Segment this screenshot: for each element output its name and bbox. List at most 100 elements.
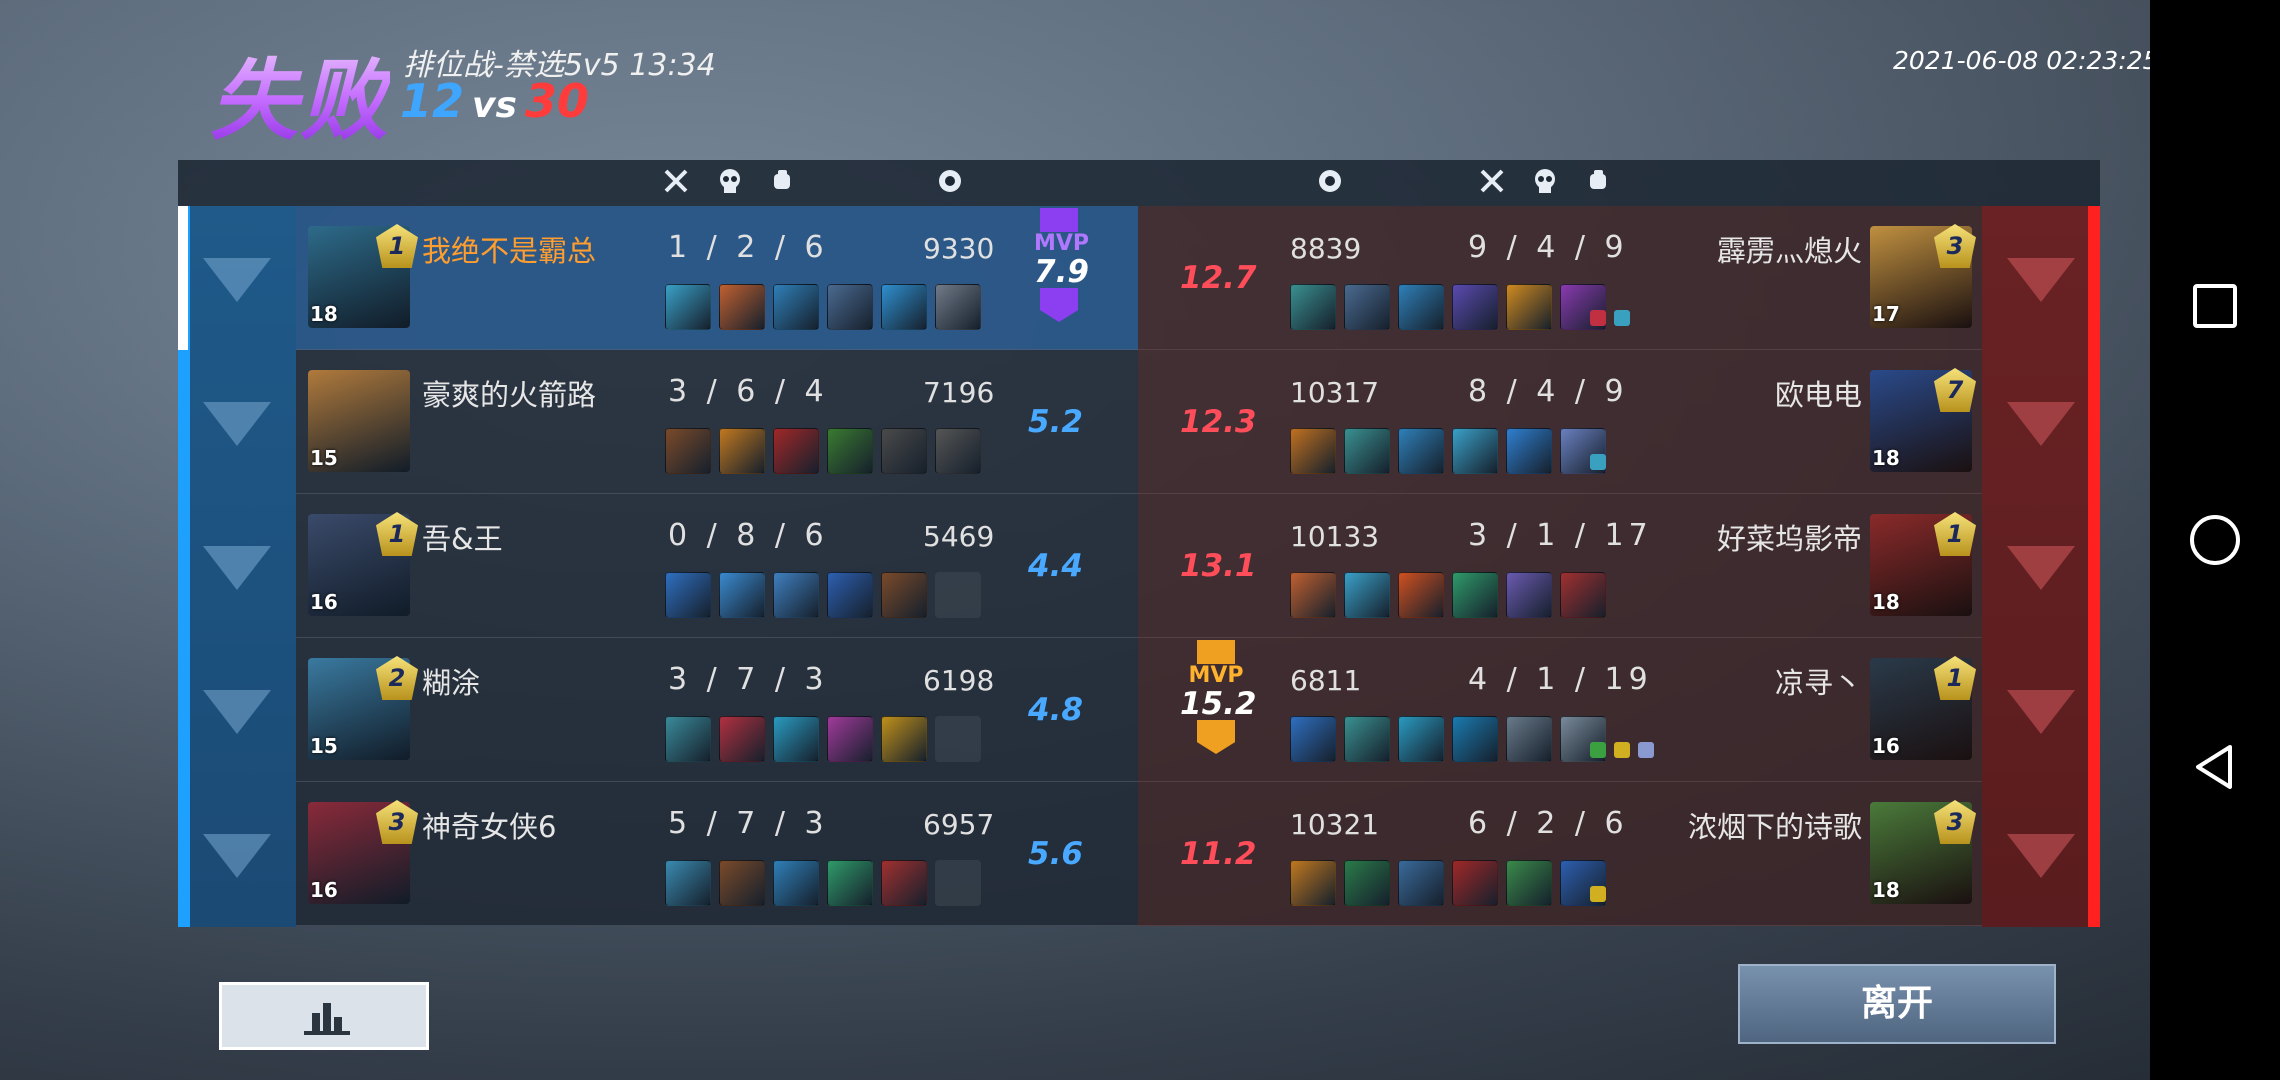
mvp-tab [1197, 640, 1235, 664]
home-icon[interactable] [2190, 515, 2240, 565]
equipment-item-icon [1560, 572, 1606, 618]
player-kda: 3 / 1 / 17 [1468, 518, 1653, 553]
hero-level: 17 [1872, 302, 1900, 326]
equipment-item-icon [1506, 284, 1552, 330]
mvp-label: MVP [1034, 231, 1090, 256]
hero-portrait: 18 1 [1870, 512, 1976, 616]
hero-level: 18 [1872, 878, 1900, 902]
stats-button[interactable] [219, 982, 429, 1050]
hero-portrait: 16 1 [308, 512, 418, 616]
equipment-item-icon [719, 716, 765, 762]
equipment-item-icon [827, 716, 873, 762]
player-money: 10317 [1290, 376, 1380, 409]
coin-icon [1316, 168, 1344, 196]
rank-badge: 7 [1934, 368, 1976, 412]
player-name: 我绝不是霸总 [422, 234, 597, 268]
equipment-item-icon [1506, 572, 1552, 618]
skull-icon [716, 168, 744, 196]
rank-badge: 1 [376, 224, 418, 268]
recent-apps-icon[interactable] [2193, 284, 2237, 328]
equipment-item-icon [773, 284, 819, 330]
expand-triangle-icon[interactable] [2007, 834, 2075, 878]
leave-button[interactable]: 离开 [1738, 964, 2056, 1044]
equipment-item-icon [881, 572, 927, 618]
item-list [665, 860, 981, 906]
rune-icon [1614, 310, 1630, 326]
rune-icon [1590, 454, 1606, 470]
expand-triangle-icon[interactable] [203, 546, 271, 590]
player-row-blue[interactable]: 15 豪爽的火箭路 3 / 6 / 4 7196 5.2 [178, 350, 1138, 494]
expand-triangle-icon[interactable] [203, 258, 271, 302]
hero-portrait: 18 1 [308, 224, 418, 328]
hero-level: 16 [310, 878, 338, 902]
player-row-red[interactable]: 12.3 10317 8 / 4 / 9 欧电电 18 7 [1138, 350, 2100, 494]
equipment-item-icon [1506, 428, 1552, 474]
player-row-red[interactable]: 11.2 10321 6 / 2 / 6 浓烟下的诗歌 18 3 [1138, 782, 2100, 926]
rune-list [1590, 310, 1630, 326]
equipment-item-icon [1506, 860, 1552, 906]
player-rating: 4.8 [1028, 692, 1083, 728]
expand-triangle-icon[interactable] [203, 690, 271, 734]
player-money: 6198 [923, 664, 995, 697]
player-row-blue[interactable]: 15 2 糊涂 3 / 7 / 3 6198 4.8 [178, 638, 1138, 782]
expand-triangle-icon[interactable] [203, 834, 271, 878]
coin-icon [936, 168, 964, 196]
equipment-item-icon [1452, 428, 1498, 474]
red-team-stripe [2088, 206, 2100, 927]
equipment-item-icon [1344, 428, 1390, 474]
item-list [665, 428, 981, 474]
equipment-item-icon [1398, 428, 1444, 474]
item-list [665, 284, 981, 330]
player-money: 10321 [1290, 808, 1380, 841]
equipment-item-icon [935, 572, 981, 618]
back-icon[interactable] [2190, 742, 2240, 792]
equipment-item-icon [719, 572, 765, 618]
player-kda: 5 / 7 / 3 [668, 806, 829, 841]
equipment-item-icon [719, 860, 765, 906]
player-name: 吾&王 [422, 522, 503, 556]
player-row-red[interactable]: MVP 15.2 6811 4 / 1 / 19 凉寻丶 16 1 [1138, 638, 2100, 782]
mvp-badge: MVP 15.2 [1180, 640, 1257, 754]
equipment-item-icon [827, 428, 873, 474]
hero-level: 16 [310, 590, 338, 614]
crossed-swords-icon [662, 168, 690, 196]
player-rating: 12.3 [1180, 404, 1257, 440]
player-money: 9330 [923, 232, 995, 265]
hero-portrait: 17 3 [1870, 224, 1976, 328]
expand-triangle-icon[interactable] [2007, 546, 2075, 590]
hero-level: 18 [1872, 446, 1900, 470]
result-title: 失败 [210, 30, 390, 157]
equipment-item-icon [881, 284, 927, 330]
player-rating: 12.7 [1180, 260, 1257, 296]
equipment-item-icon [1290, 572, 1336, 618]
player-kda: 4 / 1 / 19 [1468, 662, 1653, 697]
rune-icon [1590, 742, 1606, 758]
player-row-red[interactable]: 13.1 10133 3 / 1 / 17 好菜坞影帝 18 1 [1138, 494, 2100, 638]
rank-badge: 2 [376, 656, 418, 700]
equipment-item-icon [1344, 572, 1390, 618]
hero-level: 18 [310, 302, 338, 326]
hero-portrait: 15 [308, 370, 410, 472]
player-row-red[interactable]: 12.7 8839 9 / 4 / 9 霹雳灬熄火 17 3 [1138, 206, 2100, 350]
equipment-item-icon [881, 716, 927, 762]
rune-icon [1590, 310, 1606, 326]
player-kda: 8 / 4 / 9 [1468, 374, 1629, 409]
player-kda: 1 / 2 / 6 [668, 230, 829, 265]
equipment-item-icon [1398, 860, 1444, 906]
match-datetime: 2021-06-08 02:23:25 [1893, 46, 2159, 75]
player-row-blue[interactable]: 16 1 吾&王 0 / 8 / 6 5469 4.4 [178, 494, 1138, 638]
equipment-item-icon [773, 572, 819, 618]
player-row-blue[interactable]: 16 3 神奇女侠6 5 / 7 / 3 6957 5.6 [178, 782, 1138, 926]
player-name: 霹雳灬熄火 [1716, 234, 1862, 268]
expand-triangle-icon[interactable] [2007, 690, 2075, 734]
match-score: 12 vs 30 [400, 74, 589, 128]
hero-portrait: 16 1 [1870, 656, 1976, 760]
player-money: 8839 [1290, 232, 1362, 265]
player-row-blue[interactable]: 18 1 我绝不是霸总 1 / 2 / 6 9330 MVP 7.9 [178, 206, 1138, 350]
expand-triangle-icon[interactable] [2007, 258, 2075, 302]
player-money: 6811 [1290, 664, 1362, 697]
expand-triangle-icon[interactable] [2007, 402, 2075, 446]
mvp-label: MVP [1188, 663, 1244, 688]
expand-triangle-icon[interactable] [203, 402, 271, 446]
player-name: 凉寻丶 [1774, 666, 1862, 700]
